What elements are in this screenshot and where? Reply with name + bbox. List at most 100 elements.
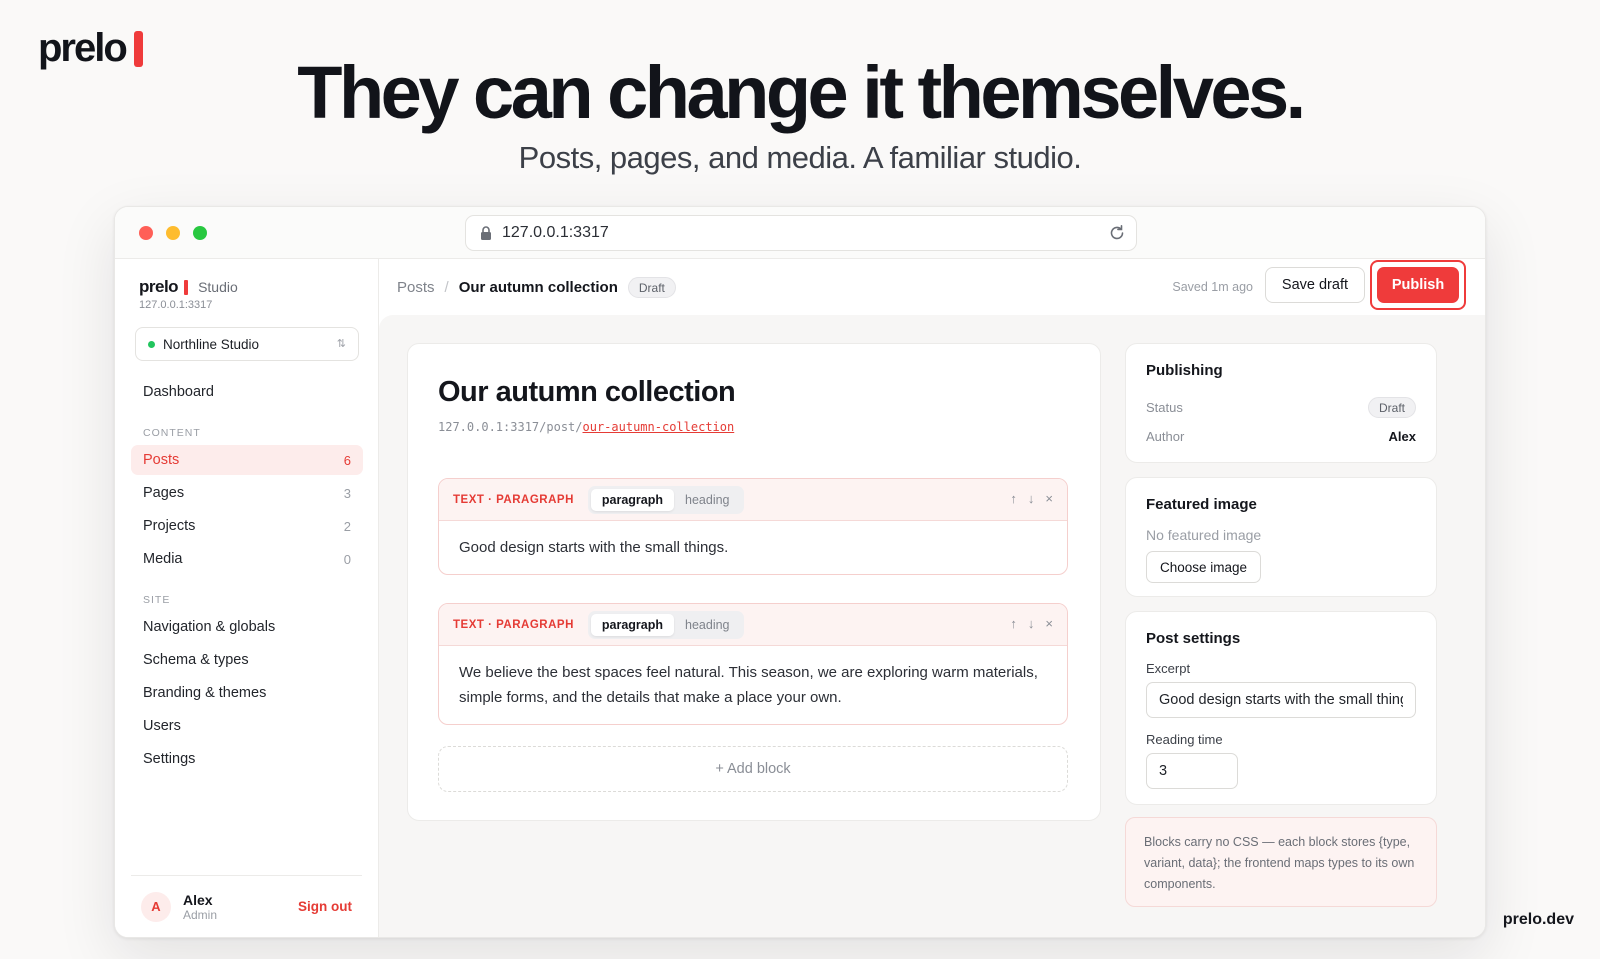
avatar[interactable]: A <box>141 891 171 922</box>
sidebar-item-label: Projects <box>143 518 196 534</box>
sidebar-item-count: 6 <box>343 452 351 468</box>
status-badge: Draft <box>1367 397 1416 418</box>
sidebar-item-media[interactable]: Media 0 <box>131 544 363 574</box>
breadcrumb: Posts / Our autumn collection Draft <box>397 277 676 298</box>
reading-time-field[interactable] <box>1146 753 1238 789</box>
hero-title: They can change it themselves. <box>297 51 1306 134</box>
sidebar-section-site: SITE <box>143 594 171 606</box>
user-meta: Alex Admin <box>183 892 217 922</box>
move-up-icon[interactable]: ↑ <box>1010 491 1017 506</box>
chevron-updown-icon: ⇅ <box>336 338 346 350</box>
variant-paragraph-option[interactable]: paragraph <box>590 488 675 511</box>
breadcrumb-separator: / <box>444 279 449 296</box>
sidebar-item-branding[interactable]: Branding & themes <box>131 678 363 708</box>
sidebar-item-schema[interactable]: Schema & types <box>131 645 363 675</box>
sidebar-item-label: Settings <box>143 751 196 767</box>
workspace-status-dot <box>148 340 155 348</box>
hero-subtitle: Posts, pages, and media. A familiar stud… <box>518 140 1082 175</box>
sidebar-host: 127.0.0.1:3317 <box>139 299 213 311</box>
sidebar-brand[interactable]: prelo Studio <box>139 277 238 297</box>
publish-highlight: Publish <box>1370 260 1466 310</box>
editor-main: Our autumn collection 127.0.0.1:3317/pos… <box>379 315 1485 937</box>
sidebar-item-posts[interactable]: Posts 6 <box>131 445 363 475</box>
block-text[interactable]: We believe the best spaces feel natural.… <box>439 646 1067 724</box>
block-header: TEXT · PARAGRAPH paragraph heading ↑ ↓ × <box>439 604 1067 646</box>
sidebar-item-label: Users <box>143 718 181 734</box>
add-block-button[interactable]: + Add block <box>438 746 1068 792</box>
user-role: Admin <box>183 907 218 922</box>
move-down-icon[interactable]: ↓ <box>1028 491 1035 506</box>
breadcrumb-posts-link[interactable]: Posts <box>397 279 435 296</box>
block-actions: ↑ ↓ × <box>1010 616 1053 631</box>
sidebar-item-dashboard[interactable]: Dashboard <box>131 377 363 407</box>
post-settings-title: Post settings <box>1146 630 1241 647</box>
address-url: 127.0.0.1:3317 <box>502 224 609 241</box>
window-minimize-button[interactable] <box>166 226 180 240</box>
window-close-button[interactable] <box>139 226 153 240</box>
user-name: Alex <box>183 891 213 908</box>
variant-heading-option[interactable]: heading <box>674 614 741 636</box>
sidebar-brand-suffix: Studio <box>198 279 238 295</box>
post-editor: Our autumn collection 127.0.0.1:3317/pos… <box>407 343 1101 821</box>
variant-paragraph-option[interactable]: paragraph <box>590 613 675 636</box>
featured-image-empty: No featured image <box>1146 527 1262 543</box>
save-draft-button[interactable]: Save draft <box>1264 267 1365 303</box>
block-type-label: TEXT · PARAGRAPH <box>453 618 574 631</box>
featured-image-title: Featured image <box>1146 496 1257 513</box>
breadcrumb-current: Our autumn collection <box>458 279 618 296</box>
sidebar-brand-mark <box>184 279 189 295</box>
block-variant-toggle: paragraph heading <box>587 485 744 514</box>
sidebar-item-label: Posts <box>143 452 180 468</box>
excerpt-field[interactable] <box>1146 682 1416 718</box>
address-bar[interactable]: 127.0.0.1:3317 <box>465 215 1137 251</box>
remove-block-icon[interactable]: × <box>1045 616 1053 631</box>
status-row: Status Draft <box>1146 393 1416 422</box>
publishing-title: Publishing <box>1146 362 1223 379</box>
status-label: Status <box>1146 400 1183 415</box>
sidebar-item-count: 0 <box>343 551 351 567</box>
sidebar-nav: Dashboard CONTENT Posts 6 Pages 3 Projects… <box>131 377 363 777</box>
sidebar: prelo Studio 127.0.0.1:3317 Northline St… <box>115 259 379 937</box>
workspace-select[interactable]: Northline Studio ⇅ <box>135 327 359 361</box>
sidebar-item-label: Dashboard <box>143 384 214 400</box>
choose-image-button[interactable]: Choose image <box>1146 551 1262 583</box>
block-type-label: TEXT · PARAGRAPH <box>453 493 574 506</box>
publish-button[interactable]: Publish <box>1377 267 1459 303</box>
move-down-icon[interactable]: ↓ <box>1028 616 1035 631</box>
remove-block-icon[interactable]: × <box>1045 491 1053 506</box>
move-up-icon[interactable]: ↑ <box>1010 616 1017 631</box>
post-settings-panel: Post settings Excerpt Reading time <box>1125 611 1437 805</box>
post-slug-link[interactable]: our-autumn-collection <box>583 420 735 434</box>
block-text[interactable]: Good design starts with the small things… <box>439 521 1067 574</box>
variant-heading-option[interactable]: heading <box>674 489 741 511</box>
reading-time-label: Reading time <box>1146 732 1223 747</box>
featured-image-panel: Featured image No featured image Choose … <box>1125 477 1437 597</box>
post-url-prefix: 127.0.0.1:3317/post/ <box>438 420 583 434</box>
status-badge: Draft <box>627 277 676 298</box>
publishing-panel: Publishing Status Draft Author Alex <box>1125 343 1437 463</box>
sidebar-item-label: Schema & types <box>143 652 249 668</box>
footer-domain: prelo.dev <box>1502 911 1574 928</box>
sidebar-item-pages[interactable]: Pages 3 <box>131 478 363 508</box>
content-block: TEXT · PARAGRAPH paragraph heading ↑ ↓ ×… <box>438 603 1068 725</box>
content-block: TEXT · PARAGRAPH paragraph heading ↑ ↓ ×… <box>438 478 1068 575</box>
blocks-info-note: Blocks carry no CSS — each block stores … <box>1125 817 1437 907</box>
window-zoom-button[interactable] <box>193 226 207 240</box>
sidebar-item-projects[interactable]: Projects 2 <box>131 511 363 541</box>
sign-out-link[interactable]: Sign out <box>298 899 352 914</box>
sidebar-item-count: 3 <box>343 485 351 501</box>
reload-icon[interactable] <box>1108 224 1126 242</box>
author-label: Author <box>1146 429 1185 444</box>
block-actions: ↑ ↓ × <box>1010 491 1053 506</box>
post-title-input[interactable]: Our autumn collection <box>438 376 736 409</box>
browser-titlebar: 127.0.0.1:3317 <box>115 207 1485 259</box>
sidebar-item-navigation[interactable]: Navigation & globals <box>131 612 363 642</box>
sidebar-item-settings[interactable]: Settings <box>131 744 363 774</box>
editor-topbar: Posts / Our autumn collection Draft Save… <box>379 259 1485 315</box>
post-url: 127.0.0.1:3317/post/our-autumn-collectio… <box>438 420 734 434</box>
sidebar-item-label: Branding & themes <box>143 685 267 701</box>
sidebar-item-count: 2 <box>343 518 351 534</box>
sidebar-item-users[interactable]: Users <box>131 711 363 741</box>
block-variant-toggle: paragraph heading <box>587 610 744 639</box>
sidebar-item-label: Navigation & globals <box>143 619 276 635</box>
